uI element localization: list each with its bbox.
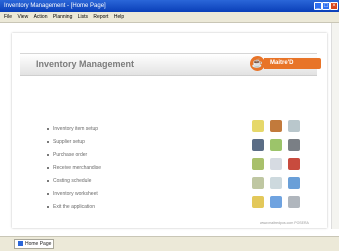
calendar-icon[interactable] (252, 177, 264, 189)
exit-icon[interactable] (288, 196, 300, 208)
vertical-scrollbar[interactable] (331, 23, 339, 229)
bullet-icon (47, 167, 49, 169)
menu-file[interactable]: File (4, 14, 12, 20)
home-tab-icon (18, 241, 23, 247)
nav-item-purchase-order[interactable]: Purchase order (47, 152, 101, 165)
maximize-button[interactable]: □ (322, 2, 330, 10)
boots-icon[interactable] (270, 120, 282, 132)
books-icon[interactable] (288, 158, 300, 170)
nav-item-label: Inventory worksheet (53, 191, 98, 197)
nav-item-label: Costing schedule (53, 178, 92, 184)
truck-green-icon[interactable] (252, 158, 264, 170)
nav-item-inventory-worksheet[interactable]: Inventory worksheet (47, 191, 101, 204)
bullet-icon (47, 154, 49, 156)
maitred-logo: ☕ Maitre'D (250, 56, 321, 71)
menu-view[interactable]: View (17, 14, 28, 20)
worksheet-icon[interactable] (270, 196, 282, 208)
bullet-icon (47, 193, 49, 195)
nav-item-label: Inventory item setup (53, 126, 99, 132)
menu-bar: File View Action Planning Lists Report H… (0, 12, 339, 23)
bullet-icon (47, 128, 49, 130)
menu-action[interactable]: Action (34, 14, 48, 20)
tab-home-page[interactable]: Home Page (14, 239, 54, 249)
nav-item-receive-merchandise[interactable]: Receive merchandise (47, 165, 102, 178)
nav-item-label: Receive merchandise (53, 165, 102, 171)
calculator-icon[interactable] (270, 177, 282, 189)
close-button[interactable]: × (330, 2, 338, 10)
nav-item-label: Purchase order (53, 152, 88, 158)
page-title: Inventory Management (36, 59, 135, 69)
bullet-icon (47, 180, 49, 182)
menu-planning[interactable]: Planning (53, 14, 72, 20)
nav-item-exit-application[interactable]: Exit the application (47, 204, 101, 217)
tab-label: Home Page (25, 241, 52, 247)
bottom-tab-bar: Home Page (0, 236, 339, 251)
nav-item-costing-schedule[interactable]: Costing schedule (47, 178, 101, 191)
window-title: Inventory Management - [Home Page] (4, 3, 106, 9)
bullet-icon (47, 206, 49, 208)
minimize-button[interactable]: _ (314, 2, 322, 10)
scanner-icon[interactable] (288, 177, 300, 189)
cart-icon[interactable] (270, 139, 282, 151)
truck-icon[interactable] (288, 120, 300, 132)
box-icon[interactable] (252, 120, 264, 132)
menu-help[interactable]: Help (114, 14, 124, 20)
forklift-icon[interactable] (252, 139, 264, 151)
window-titlebar: Inventory Management - [Home Page] _ □ × (0, 0, 339, 12)
nav-list: Inventory item setup Supplier setup Purc… (47, 126, 102, 217)
document-icon[interactable] (270, 158, 282, 170)
register-icon[interactable] (288, 139, 300, 151)
money-icon[interactable] (252, 196, 264, 208)
nav-item-label: Exit the application (53, 204, 95, 210)
nav-item-label: Supplier setup (53, 139, 85, 145)
menu-report[interactable]: Report (93, 14, 108, 20)
logo-text: Maitre'D (264, 58, 321, 69)
menu-lists[interactable]: Lists (78, 14, 88, 20)
footer-text: www.maitredpos.com POSERA (260, 221, 309, 225)
nav-item-supplier-setup[interactable]: Supplier setup (47, 139, 101, 152)
bullet-icon (47, 141, 49, 143)
logo-cup-icon: ☕ (250, 56, 265, 71)
nav-item-inventory-item-setup[interactable]: Inventory item setup (47, 126, 101, 139)
